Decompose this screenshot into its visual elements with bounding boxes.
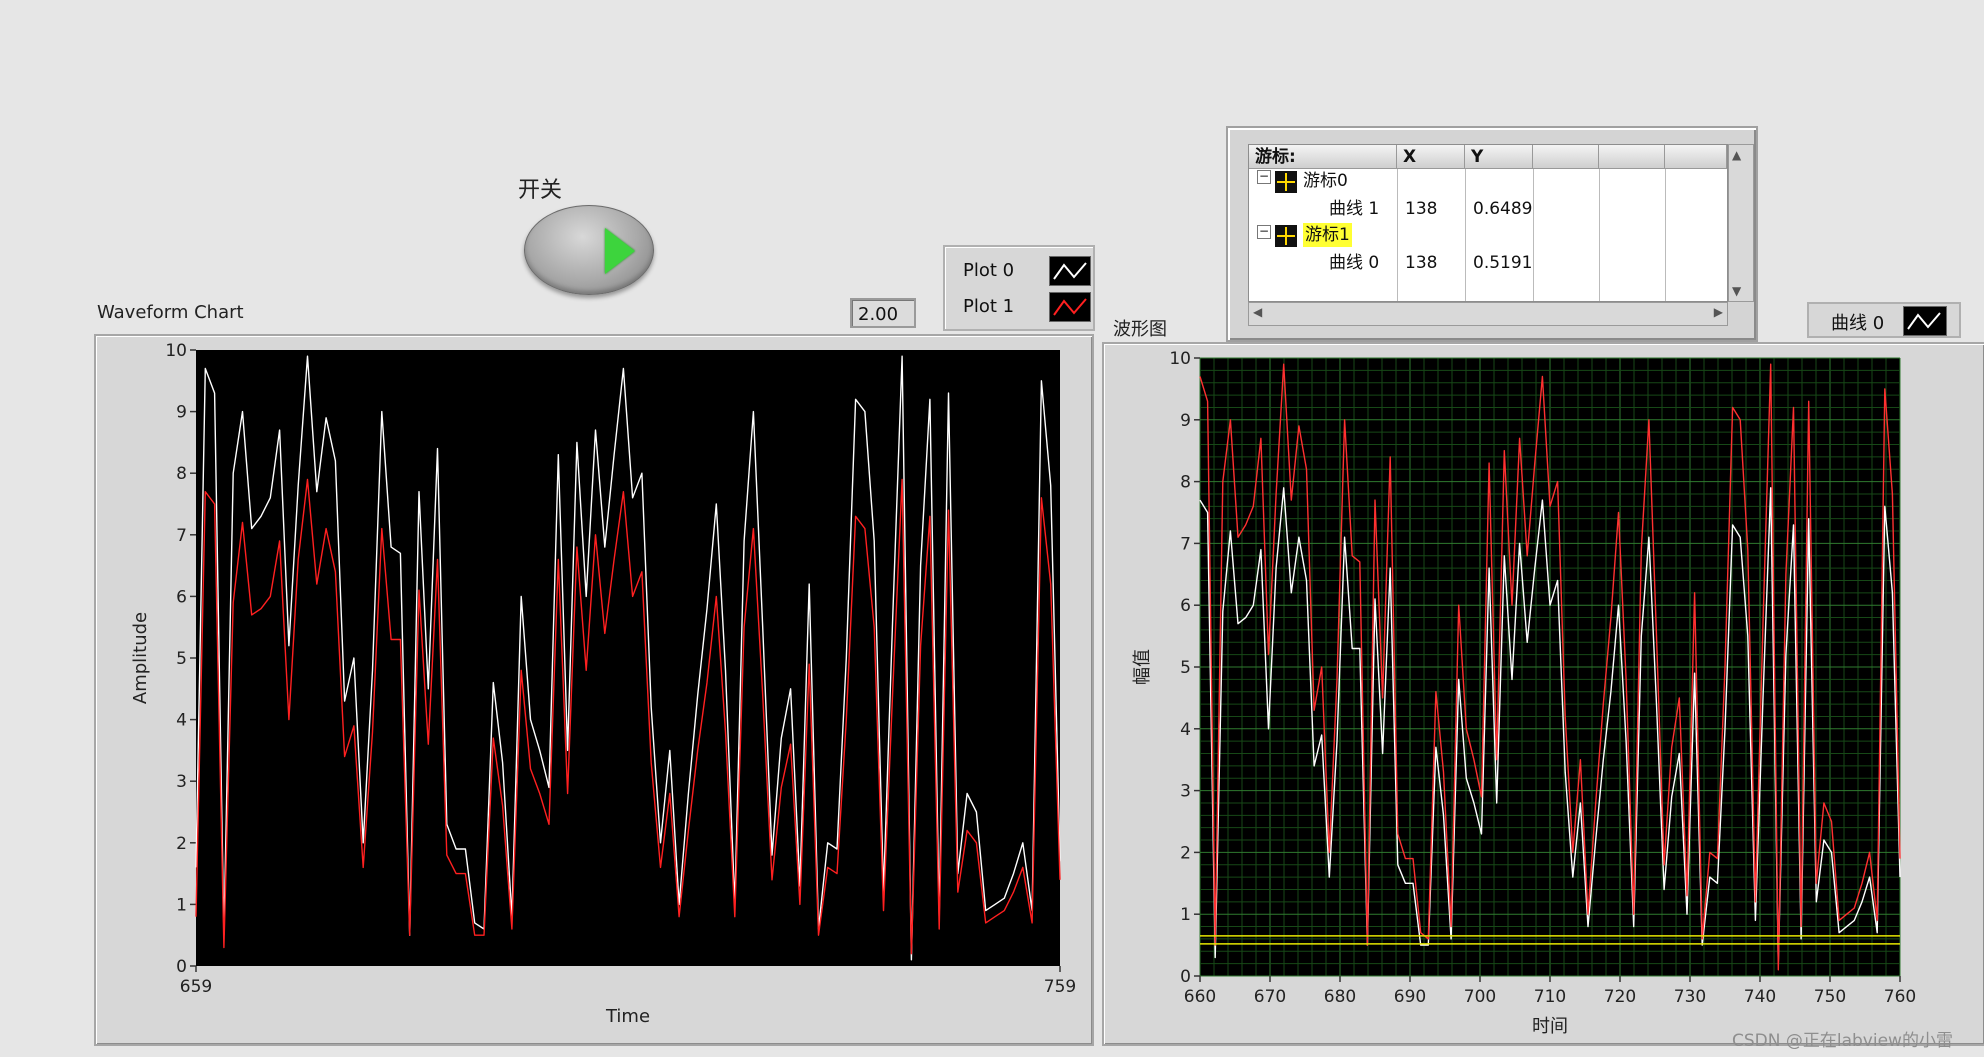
y-tick-label: 8 [1180, 473, 1191, 493]
y-tick-label: 5 [176, 649, 187, 669]
y-tick-label: 9 [1180, 411, 1191, 431]
scroll-left-icon[interactable]: ◀ [1253, 305, 1262, 319]
y-tick-label: 0 [1180, 967, 1191, 987]
chart-numeric-indicator[interactable]: 2.00 [850, 298, 916, 328]
y-axis-label: Amplitude [130, 612, 151, 704]
collapse-icon[interactable]: − [1257, 170, 1271, 184]
y-tick-label: 9 [176, 403, 187, 423]
cursor-x-value: 138 [1405, 253, 1438, 273]
watermark: CSDN @正在labview的小雷 [1732, 1031, 1953, 1051]
header-cursor[interactable]: 游标: [1249, 145, 1397, 169]
right-graph-title: 波形图 [1113, 319, 1167, 340]
x-tick-label: 710 [1534, 987, 1566, 1007]
x-tick-label: 760 [1884, 987, 1916, 1007]
y-tick-label: 10 [165, 341, 187, 361]
x-tick-label: 670 [1254, 987, 1286, 1007]
left-chart-title: Waveform Chart [97, 302, 244, 323]
cursor-table[interactable]: 游标: X Y − 游标0 曲线 1 138 0.6489 − 游标1 曲线 0… [1248, 144, 1728, 302]
legend-label: Plot 1 [963, 296, 1015, 317]
x-tick-label: 730 [1674, 987, 1706, 1007]
x-tick-label: 750 [1814, 987, 1846, 1007]
curve0-line-icon [1903, 306, 1947, 336]
y-tick-label: 7 [1180, 534, 1191, 554]
left-chart-legend[interactable]: Plot 0 Plot 1 [943, 245, 1095, 331]
x-axis-label: 时间 [1532, 1016, 1568, 1037]
y-tick-label: 6 [1180, 596, 1191, 616]
x-tick-label: 660 [1184, 987, 1216, 1007]
legend-label: 曲线 0 [1831, 313, 1885, 334]
y-tick-label: 2 [176, 834, 187, 854]
horizontal-scrollbar[interactable]: ◀ ▶ [1248, 302, 1728, 326]
right-graph-legend[interactable]: 曲线 0 [1807, 302, 1961, 338]
cursor-crosshair-icon [1275, 171, 1297, 193]
legend-item-plot1[interactable]: Plot 1 [963, 292, 1091, 322]
header-y[interactable]: Y [1465, 145, 1533, 169]
scroll-up-icon[interactable]: ▲ [1732, 148, 1741, 162]
y-tick-label: 1 [176, 895, 187, 915]
y-tick-label: 2 [1180, 843, 1191, 863]
header-empty[interactable] [1599, 145, 1665, 169]
y-tick-label: 8 [176, 464, 187, 484]
legend-label: Plot 0 [963, 260, 1015, 281]
header-empty[interactable] [1665, 145, 1727, 169]
y-tick-label: 3 [1180, 782, 1191, 802]
switch-label: 开关 [518, 178, 563, 203]
y-tick-label: 7 [176, 526, 187, 546]
y-tick-label: 3 [176, 772, 187, 792]
cursor-plot: 曲线 0 [1329, 253, 1380, 273]
plot1-line-icon [1049, 292, 1091, 322]
scroll-down-icon[interactable]: ▼ [1732, 284, 1741, 298]
cursor-name[interactable]: 游标1 [1303, 223, 1352, 247]
scroll-right-icon[interactable]: ▶ [1714, 305, 1723, 319]
x-tick-label: 680 [1324, 987, 1356, 1007]
play-icon [605, 228, 635, 274]
y-tick-label: 6 [176, 587, 187, 607]
x-axis-label: Time [605, 1006, 650, 1027]
vertical-scrollbar[interactable]: ▲ ▼ [1728, 144, 1754, 302]
cursor-crosshair-icon [1275, 225, 1297, 247]
collapse-icon[interactable]: − [1257, 225, 1271, 239]
plot0-line-icon [1049, 256, 1091, 286]
y-tick-label: 0 [176, 957, 187, 977]
y-tick-label: 5 [1180, 658, 1191, 678]
header-empty[interactable] [1533, 145, 1599, 169]
cursor-legend-panel: 游标: X Y − 游标0 曲线 1 138 0.6489 − 游标1 曲线 0… [1226, 126, 1758, 342]
x-tick-label: 700 [1464, 987, 1496, 1007]
x-tick-label: 759 [1044, 977, 1076, 997]
x-tick-label: 690 [1394, 987, 1426, 1007]
switch-button[interactable] [524, 205, 654, 295]
y-tick-label: 10 [1169, 349, 1191, 369]
cursor-x-value: 138 [1405, 199, 1438, 219]
legend-item-plot0[interactable]: Plot 0 [963, 256, 1091, 286]
y-tick-label: 4 [176, 711, 187, 731]
cursor-y-value: 0.6489 [1473, 199, 1533, 219]
y-axis-label: 幅值 [1132, 649, 1153, 685]
x-tick-label: 720 [1604, 987, 1636, 1007]
cursor-y-value: 0.5191 [1473, 253, 1533, 273]
cursor-plot: 曲线 1 [1329, 199, 1380, 219]
x-tick-label: 740 [1744, 987, 1776, 1007]
waveform-graph[interactable]: 0 1 2 3 4 5 6 7 8 9 10 660 670 680 690 700 710 720 730 740 7… [1104, 344, 1980, 1042]
header-x[interactable]: X [1397, 145, 1465, 169]
y-tick-label: 4 [1180, 720, 1191, 740]
y-tick-label: 1 [1180, 905, 1191, 925]
x-tick-label: 659 [180, 977, 212, 997]
cursor-name[interactable]: 游标0 [1303, 169, 1348, 193]
waveform-chart[interactable]: 0 1 2 3 4 5 6 7 8 9 10 659 759 Time Amplitude [96, 336, 1090, 1042]
